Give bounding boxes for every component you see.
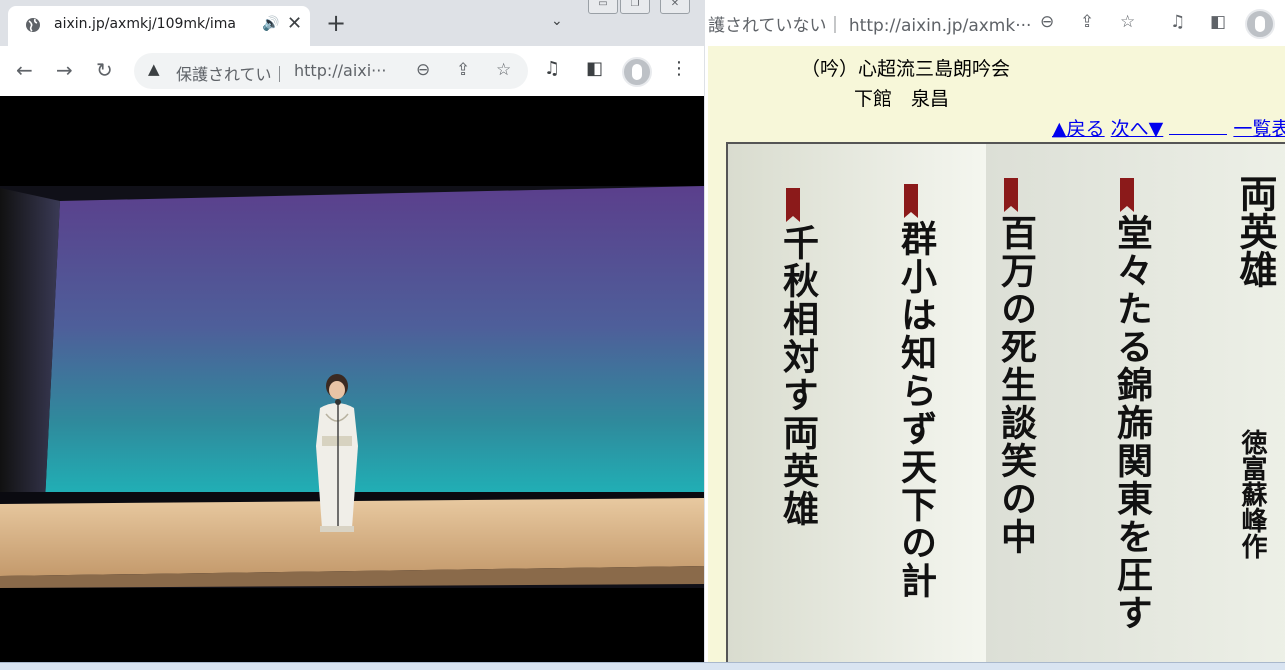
globe-icon <box>26 18 40 32</box>
performer-name: 下館 泉昌 <box>854 88 950 110</box>
tab-strip: aixin.jp/axmkj/109mk/ima 🔊 ✕ + ⌄ ▭ ❐ ✕ <box>0 0 704 46</box>
share-icon[interactable]: ⇪ <box>456 60 470 80</box>
share-icon[interactable]: ⇪ <box>1080 12 1094 32</box>
left-browser-window: aixin.jp/axmkj/109mk/ima 🔊 ✕ + ⌄ ▭ ❐ ✕ ←… <box>0 0 704 669</box>
red-marker-icon <box>1004 178 1018 212</box>
new-tab-button[interactable]: + <box>326 9 346 37</box>
red-marker-icon <box>1120 178 1134 212</box>
url-text: http://aixi··· <box>294 61 387 80</box>
poem-author: 徳富蘇峰作 <box>1237 429 1267 559</box>
ginkai-heading: （吟）心超流三島朗吟会 <box>801 58 1011 80</box>
menu-kebab-icon[interactable]: ⋮ <box>670 58 688 79</box>
stage-photo <box>0 96 704 669</box>
left-toolbar: ← → ↻ ▲ 保護されてい｜ http://aixi··· ⊖ ⇪ ☆ ♫ ◧… <box>0 46 704 97</box>
right-browser-window: 護されていない｜ http://aixin.jp/axmk··· ⊖ ⇪ ☆ ♫… <box>708 0 1285 669</box>
poem-photo: 両英雄 徳富蘇峰作 堂々たる錦旆関東を圧す 百万の死生談笑の中 群小は知らず天下… <box>726 142 1285 669</box>
list-link[interactable]: 一覧表 <box>1233 118 1285 140</box>
address-bar[interactable]: ▲ 保護されてい｜ http://aixi··· ⊖ ⇪ ☆ <box>134 53 528 89</box>
poem-title: 両英雄 <box>1233 174 1278 288</box>
zoom-icon[interactable]: ⊖ <box>1040 12 1054 32</box>
bookmark-star-icon[interactable]: ☆ <box>496 60 511 80</box>
poem-line-3: 群小は知らず天下の計 <box>895 220 937 600</box>
profile-avatar[interactable] <box>622 57 652 87</box>
speaker-icon[interactable]: 🔊 <box>262 16 279 32</box>
side-panel-icon[interactable]: ◧ <box>586 58 603 79</box>
poem-line-2: 百万の死生談笑の中 <box>995 214 1037 556</box>
security-label: 保護されてい｜ <box>176 65 288 84</box>
bookmark-star-icon[interactable]: ☆ <box>1120 12 1135 32</box>
close-window-button[interactable]: ✕ <box>660 0 690 14</box>
stage-scene <box>0 96 704 669</box>
red-marker-icon <box>904 184 918 218</box>
restore-button[interactable]: ❐ <box>620 0 650 14</box>
window-controls: ▭ ❐ ✕ <box>588 0 704 14</box>
next-link[interactable]: 次へ▼ <box>1111 118 1164 140</box>
media-controls-icon[interactable]: ♫ <box>1170 12 1185 32</box>
page-content: （吟）心超流三島朗吟会 下館 泉昌 ▲戻る 次へ▼ 一覧表 両英雄 徳富蘇峰作 … <box>708 46 1285 669</box>
profile-avatar[interactable] <box>1245 9 1275 39</box>
close-tab-icon[interactable]: ✕ <box>287 13 302 34</box>
link-spacer <box>1169 134 1228 135</box>
forward-arrow-icon[interactable]: → <box>56 58 73 82</box>
tab-title: aixin.jp/axmkj/109mk/ima <box>54 16 236 32</box>
warning-icon[interactable]: ▲ <box>148 60 160 78</box>
reload-icon[interactable]: ↻ <box>96 58 113 82</box>
tab-active[interactable]: aixin.jp/axmkj/109mk/ima 🔊 ✕ <box>8 6 310 46</box>
tab-search-chevron-icon[interactable]: ⌄ <box>551 13 563 29</box>
poem-line-1: 堂々たる錦旆関東を圧す <box>1111 214 1153 632</box>
media-controls-icon[interactable]: ♫ <box>544 58 560 79</box>
minimize-button[interactable]: ▭ <box>588 0 618 14</box>
right-toolbar: 護されていない｜ http://aixin.jp/axmk··· ⊖ ⇪ ☆ ♫… <box>708 0 1285 46</box>
side-panel-icon[interactable]: ◧ <box>1210 12 1226 32</box>
photo-left-panel <box>728 144 986 669</box>
poem-line-4: 千秋相対す両英雄 <box>777 224 819 528</box>
back-link[interactable]: ▲戻る <box>1052 118 1105 140</box>
right-address-text[interactable]: 護されていない｜ http://aixin.jp/axmk··· <box>708 11 1031 36</box>
page-nav: ▲戻る 次へ▼ 一覧表 <box>1052 114 1285 141</box>
zoom-icon[interactable]: ⊖ <box>416 60 430 80</box>
back-arrow-icon[interactable]: ← <box>16 58 33 82</box>
red-marker-icon <box>786 188 800 222</box>
